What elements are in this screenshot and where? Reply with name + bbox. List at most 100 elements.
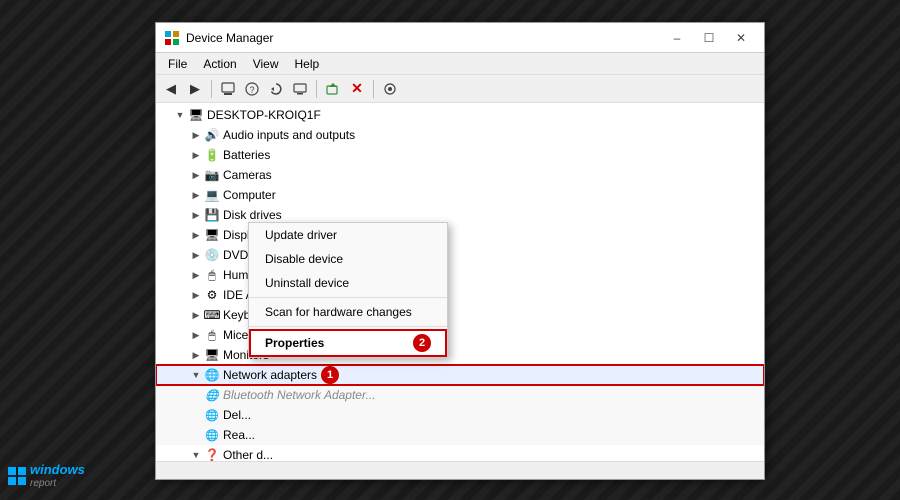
tree-audio[interactable]: ▶ 🔊 Audio inputs and outputs — [156, 125, 764, 145]
network-icon: 🌐 — [204, 367, 220, 383]
batteries-icon: 🔋 — [204, 147, 220, 163]
scan-button[interactable] — [379, 78, 401, 100]
tree-net-del[interactable]: 🌐 Del... — [156, 405, 764, 425]
status-bar — [156, 461, 764, 479]
tree-other[interactable]: ▼ ❓ Other d... — [156, 445, 764, 461]
network-label: Network adapters — [223, 368, 317, 382]
windows-report-logo: windows report — [8, 462, 85, 490]
ide-expander[interactable]: ▶ — [188, 287, 204, 303]
back-button[interactable]: ◀ — [160, 78, 182, 100]
svg-text:?: ? — [249, 85, 254, 95]
toolbar: ◀ ▶ ? ✕ — [156, 75, 764, 103]
windows-icon — [8, 467, 26, 485]
computer-label: Computer — [223, 188, 276, 202]
toolbar-sep-2 — [316, 80, 317, 98]
toolbar-sep-3 — [373, 80, 374, 98]
batteries-expander[interactable]: ▶ — [188, 147, 204, 163]
minimize-button[interactable]: – — [662, 28, 692, 48]
disk-label: Disk drives — [223, 208, 282, 222]
display-expander[interactable]: ▶ — [188, 227, 204, 243]
window-controls: – ☐ ✕ — [662, 28, 756, 48]
tree-network[interactable]: ▼ 🌐 Network adapters 1 — [156, 365, 764, 385]
display-icon: 🖥 — [204, 227, 220, 243]
menu-file[interactable]: File — [160, 55, 195, 73]
ctx-scan-hardware[interactable]: Scan for hardware changes — [249, 300, 447, 324]
menu-action[interactable]: Action — [195, 55, 244, 73]
properties-toolbar-button[interactable] — [217, 78, 239, 100]
tree-computer[interactable]: ▶ 💻 Computer — [156, 185, 764, 205]
window-icon — [164, 30, 180, 46]
hid-icon: 🖱 — [204, 267, 220, 283]
audio-label: Audio inputs and outputs — [223, 128, 355, 142]
monitors-icon: 🖥 — [204, 347, 220, 363]
help-toolbar-button[interactable]: ? — [241, 78, 263, 100]
device-manager-window: Device Manager – ☐ ✕ File Action View He… — [155, 22, 765, 480]
net-del-icon: 🌐 — [204, 407, 220, 423]
computer-icon: 🖥 — [188, 107, 204, 123]
mice-expander[interactable]: ▶ — [188, 327, 204, 343]
title-bar: Device Manager – ☐ ✕ — [156, 23, 764, 53]
tree-cameras[interactable]: ▶ 📷 Cameras — [156, 165, 764, 185]
network-badge: 1 — [321, 366, 339, 384]
window-title: Device Manager — [186, 31, 662, 45]
ctx-uninstall-label: Uninstall device — [265, 276, 349, 290]
keyboards-icon: ⌨ — [204, 307, 220, 323]
logo-text: windows report — [30, 462, 85, 490]
net-sub1-label: Bluetooth Network Adapter... — [223, 388, 376, 402]
cameras-icon: 📷 — [204, 167, 220, 183]
menu-view[interactable]: View — [245, 55, 287, 73]
tree-net-rea[interactable]: 🌐 Rea... — [156, 425, 764, 445]
cameras-label: Cameras — [223, 168, 272, 182]
properties-badge: 2 — [413, 334, 431, 352]
disk-icon: 💾 — [204, 207, 220, 223]
tree-batteries[interactable]: ▶ 🔋 Batteries — [156, 145, 764, 165]
ctx-separator-2 — [249, 326, 447, 327]
dvd-icon: 💿 — [204, 247, 220, 263]
mice-icon: 🖱 — [204, 327, 220, 343]
ctx-properties[interactable]: Properties 2 — [249, 329, 447, 357]
audio-icon: 🔊 — [204, 127, 220, 143]
root-label: DESKTOP-KROIQ1F — [207, 108, 321, 122]
root-expander[interactable]: ▼ — [172, 107, 188, 123]
context-menu: Update driver Disable device Uninstall d… — [248, 222, 448, 358]
network-expander[interactable]: ▼ — [188, 367, 204, 383]
close-button[interactable]: ✕ — [726, 28, 756, 48]
remove-button[interactable]: ✕ — [346, 78, 368, 100]
net-del-label: Del... — [223, 408, 251, 422]
ctx-update-driver[interactable]: Update driver — [249, 223, 447, 247]
hid-expander[interactable]: ▶ — [188, 267, 204, 283]
batteries-label: Batteries — [223, 148, 270, 162]
ctx-separator — [249, 297, 447, 298]
net-adapter-icon: 🌐 — [204, 387, 220, 403]
toolbar-sep-1 — [211, 80, 212, 98]
ctx-disable-label: Disable device — [265, 252, 343, 266]
monitors-expander[interactable]: ▶ — [188, 347, 204, 363]
forward-button[interactable]: ▶ — [184, 78, 206, 100]
update-button[interactable] — [265, 78, 287, 100]
ide-icon: ⚙ — [204, 287, 220, 303]
menu-help[interactable]: Help — [287, 55, 328, 73]
other-label: Other d... — [223, 448, 273, 461]
other-expander[interactable]: ▼ — [188, 447, 204, 461]
other-icon: ❓ — [204, 447, 220, 461]
menu-bar: File Action View Help — [156, 53, 764, 75]
cameras-expander[interactable]: ▶ — [188, 167, 204, 183]
net-rea-icon: 🌐 — [204, 427, 220, 443]
ctx-scan-label: Scan for hardware changes — [265, 305, 412, 319]
ctx-disable-device[interactable]: Disable device — [249, 247, 447, 271]
net-rea-label: Rea... — [223, 428, 255, 442]
computer-expander[interactable]: ▶ — [188, 187, 204, 203]
add-driver-button[interactable] — [322, 78, 344, 100]
disk-expander[interactable]: ▶ — [188, 207, 204, 223]
tree-root[interactable]: ▼ 🖥 DESKTOP-KROIQ1F — [156, 105, 764, 125]
ctx-update-label: Update driver — [265, 228, 337, 242]
audio-expander[interactable]: ▶ — [188, 127, 204, 143]
ctx-uninstall-device[interactable]: Uninstall device — [249, 271, 447, 295]
monitor-button[interactable] — [289, 78, 311, 100]
keyboards-expander[interactable]: ▶ — [188, 307, 204, 323]
dvd-expander[interactable]: ▶ — [188, 247, 204, 263]
tree-net-sub1[interactable]: 🌐 Bluetooth Network Adapter... — [156, 385, 764, 405]
ctx-properties-label: Properties — [265, 336, 324, 350]
computer-node-icon: 💻 — [204, 187, 220, 203]
maximize-button[interactable]: ☐ — [694, 28, 724, 48]
